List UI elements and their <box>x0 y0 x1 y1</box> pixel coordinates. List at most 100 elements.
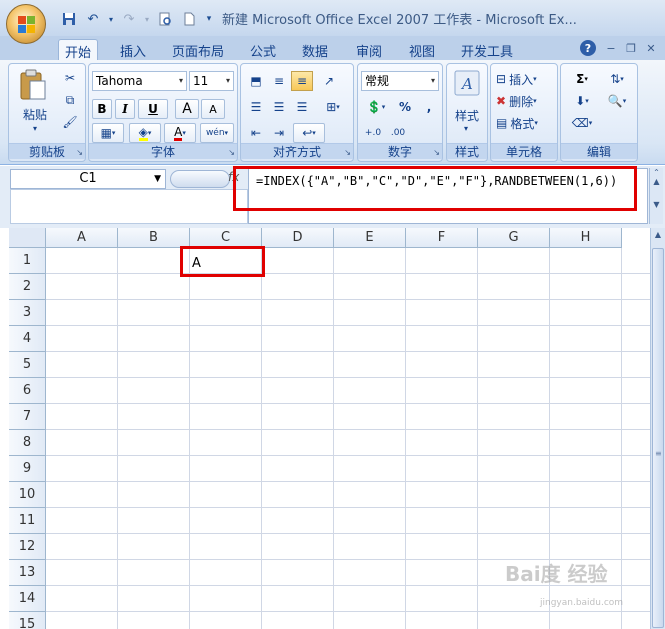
minimize-icon[interactable]: − <box>603 40 619 56</box>
formula-scroll-down-icon[interactable]: ▼ <box>650 200 663 209</box>
save-icon[interactable] <box>58 9 80 29</box>
decrease-decimal-icon[interactable]: .00 <box>386 123 410 143</box>
font-name-dropdown-icon[interactable]: ▾ <box>179 72 183 90</box>
row-header-8[interactable]: 8 <box>9 430 46 456</box>
alignment-launcher-icon[interactable]: ↘ <box>344 148 351 157</box>
font-color-button[interactable]: A ▾ <box>164 123 196 143</box>
border-button[interactable]: ▦ ▾ <box>92 123 124 143</box>
scroll-up-icon[interactable]: ▲ <box>652 230 664 244</box>
number-format-dropdown-icon[interactable]: ▾ <box>431 72 435 90</box>
restore-icon[interactable]: ❐ <box>623 40 639 56</box>
wrap-text-icon[interactable]: ↩ ▾ <box>293 123 325 143</box>
help-icon[interactable]: ? <box>580 40 596 56</box>
scrollbar-thumb[interactable]: ≡ <box>652 248 664 628</box>
currency-icon[interactable]: 💲 ▾ <box>361 97 391 117</box>
align-middle-icon[interactable]: ≡ <box>268 71 290 91</box>
row-header-10[interactable]: 10 <box>9 482 46 508</box>
row-header-4[interactable]: 4 <box>9 326 46 352</box>
paste-icon[interactable] <box>19 69 47 104</box>
autosum-icon[interactable]: Σ ▾ <box>567 69 597 89</box>
select-all-corner[interactable] <box>9 228 46 248</box>
redo-icon[interactable]: ↷ <box>118 9 140 29</box>
fill-color-button[interactable]: ◈ ▾ <box>129 123 161 143</box>
align-right-icon[interactable]: ☰ <box>291 97 313 117</box>
format-cells-button[interactable]: ▤ 格式 ▾ <box>495 113 555 133</box>
column-header-e[interactable]: E <box>334 228 406 248</box>
customize-qat-icon[interactable]: ▾ <box>202 9 216 29</box>
row-header-6[interactable]: 6 <box>9 378 46 404</box>
formula-bar-scrollbar[interactable]: ⌃ ▲ ▼ <box>649 168 663 224</box>
fill-icon[interactable]: ⬇ ▾ <box>567 91 597 111</box>
formula-collapse-icon[interactable]: ⌃ <box>650 168 663 177</box>
orientation-icon[interactable]: ↗ <box>317 71 341 91</box>
clipboard-launcher-icon[interactable]: ↘ <box>76 148 83 157</box>
row-header-13[interactable]: 13 <box>9 560 46 586</box>
underline-button[interactable]: U <box>138 99 168 119</box>
cell-c1[interactable]: A <box>192 256 201 271</box>
italic-button[interactable]: I <box>115 99 135 119</box>
increase-decimal-icon[interactable]: +.0 <box>361 123 385 143</box>
align-center-icon[interactable]: ☰ <box>268 97 290 117</box>
tab-home[interactable]: 开始 <box>58 39 99 61</box>
office-button[interactable] <box>6 4 46 44</box>
styles-icon[interactable]: A <box>454 70 480 99</box>
row-header-5[interactable]: 5 <box>9 352 46 378</box>
insert-function-icon[interactable]: fx <box>228 170 239 184</box>
font-size-dropdown-icon[interactable]: ▾ <box>226 72 230 90</box>
column-header-b[interactable]: B <box>118 228 190 248</box>
row-header-9[interactable]: 9 <box>9 456 46 482</box>
font-launcher-icon[interactable]: ↘ <box>228 148 235 157</box>
row-header-7[interactable]: 7 <box>9 404 46 430</box>
increase-indent-icon[interactable]: ⇥ <box>268 123 290 143</box>
row-header-2[interactable]: 2 <box>9 274 46 300</box>
phonetic-button[interactable]: wén ▾ <box>200 123 234 143</box>
formula-input[interactable]: =INDEX({"A","B","C","D","E","F"},RANDBET… <box>248 168 648 224</box>
copy-icon[interactable]: ⧉ <box>59 90 81 110</box>
font-name-combo[interactable]: Tahoma ▾ <box>92 71 187 91</box>
tab-developer[interactable]: 开发工具 <box>455 39 519 60</box>
row-header-12[interactable]: 12 <box>9 534 46 560</box>
delete-cells-button[interactable]: ✖ 删除 ▾ <box>495 91 555 111</box>
tab-formulas[interactable]: 公式 <box>244 39 282 60</box>
comma-button[interactable]: , <box>418 97 440 117</box>
sort-filter-icon[interactable]: ⇅ ▾ <box>601 69 633 89</box>
align-top-icon[interactable]: ⬒ <box>245 71 267 91</box>
cut-icon[interactable]: ✂ <box>59 68 81 88</box>
number-launcher-icon[interactable]: ↘ <box>433 148 440 157</box>
row-header-1[interactable]: 1 <box>9 248 46 274</box>
vertical-scrollbar[interactable]: ▲ ≡ <box>650 228 665 629</box>
format-painter-icon[interactable]: 🖌 <box>59 112 81 132</box>
tab-data[interactable]: 数据 <box>296 39 334 60</box>
undo-dropdown-icon[interactable]: ▾ <box>106 9 116 29</box>
print-preview-icon[interactable] <box>154 9 176 29</box>
row-header-15[interactable]: 15 <box>9 612 46 629</box>
redo-dropdown-icon[interactable]: ▾ <box>142 9 152 29</box>
row-header-14[interactable]: 14 <box>9 586 46 612</box>
grow-font-button[interactable]: A <box>175 99 199 119</box>
styles-label[interactable]: 样式 <box>455 107 479 124</box>
align-left-icon[interactable]: ☰ <box>245 97 267 117</box>
row-header-11[interactable]: 11 <box>9 508 46 534</box>
new-document-icon[interactable] <box>178 9 200 29</box>
font-size-combo[interactable]: 11 ▾ <box>189 71 234 91</box>
styles-dropdown-icon[interactable]: ▾ <box>464 124 468 133</box>
number-format-combo[interactable]: 常规 ▾ <box>361 71 439 91</box>
column-header-g[interactable]: G <box>478 228 550 248</box>
column-header-c[interactable]: C <box>190 228 262 248</box>
decrease-indent-icon[interactable]: ⇤ <box>245 123 267 143</box>
close-icon[interactable]: ✕ <box>643 40 659 56</box>
align-bottom-icon[interactable]: ≡ <box>291 71 313 91</box>
clear-icon[interactable]: ⌫ ▾ <box>567 113 597 133</box>
column-header-h[interactable]: H <box>550 228 622 248</box>
row-header-3[interactable]: 3 <box>9 300 46 326</box>
column-header-f[interactable]: F <box>406 228 478 248</box>
column-header-a[interactable]: A <box>46 228 118 248</box>
merge-center-icon[interactable]: ⊞ ▾ <box>317 97 349 117</box>
tab-view[interactable]: 视图 <box>403 39 441 60</box>
find-select-icon[interactable]: 🔍 ▾ <box>601 91 633 111</box>
name-box-dropdown-icon[interactable]: ▼ <box>154 170 161 188</box>
tab-page-layout[interactable]: 页面布局 <box>166 39 230 60</box>
undo-icon[interactable]: ↶ <box>82 9 104 29</box>
bold-button[interactable]: B <box>92 99 112 119</box>
name-box[interactable]: C1 ▼ <box>10 169 166 189</box>
